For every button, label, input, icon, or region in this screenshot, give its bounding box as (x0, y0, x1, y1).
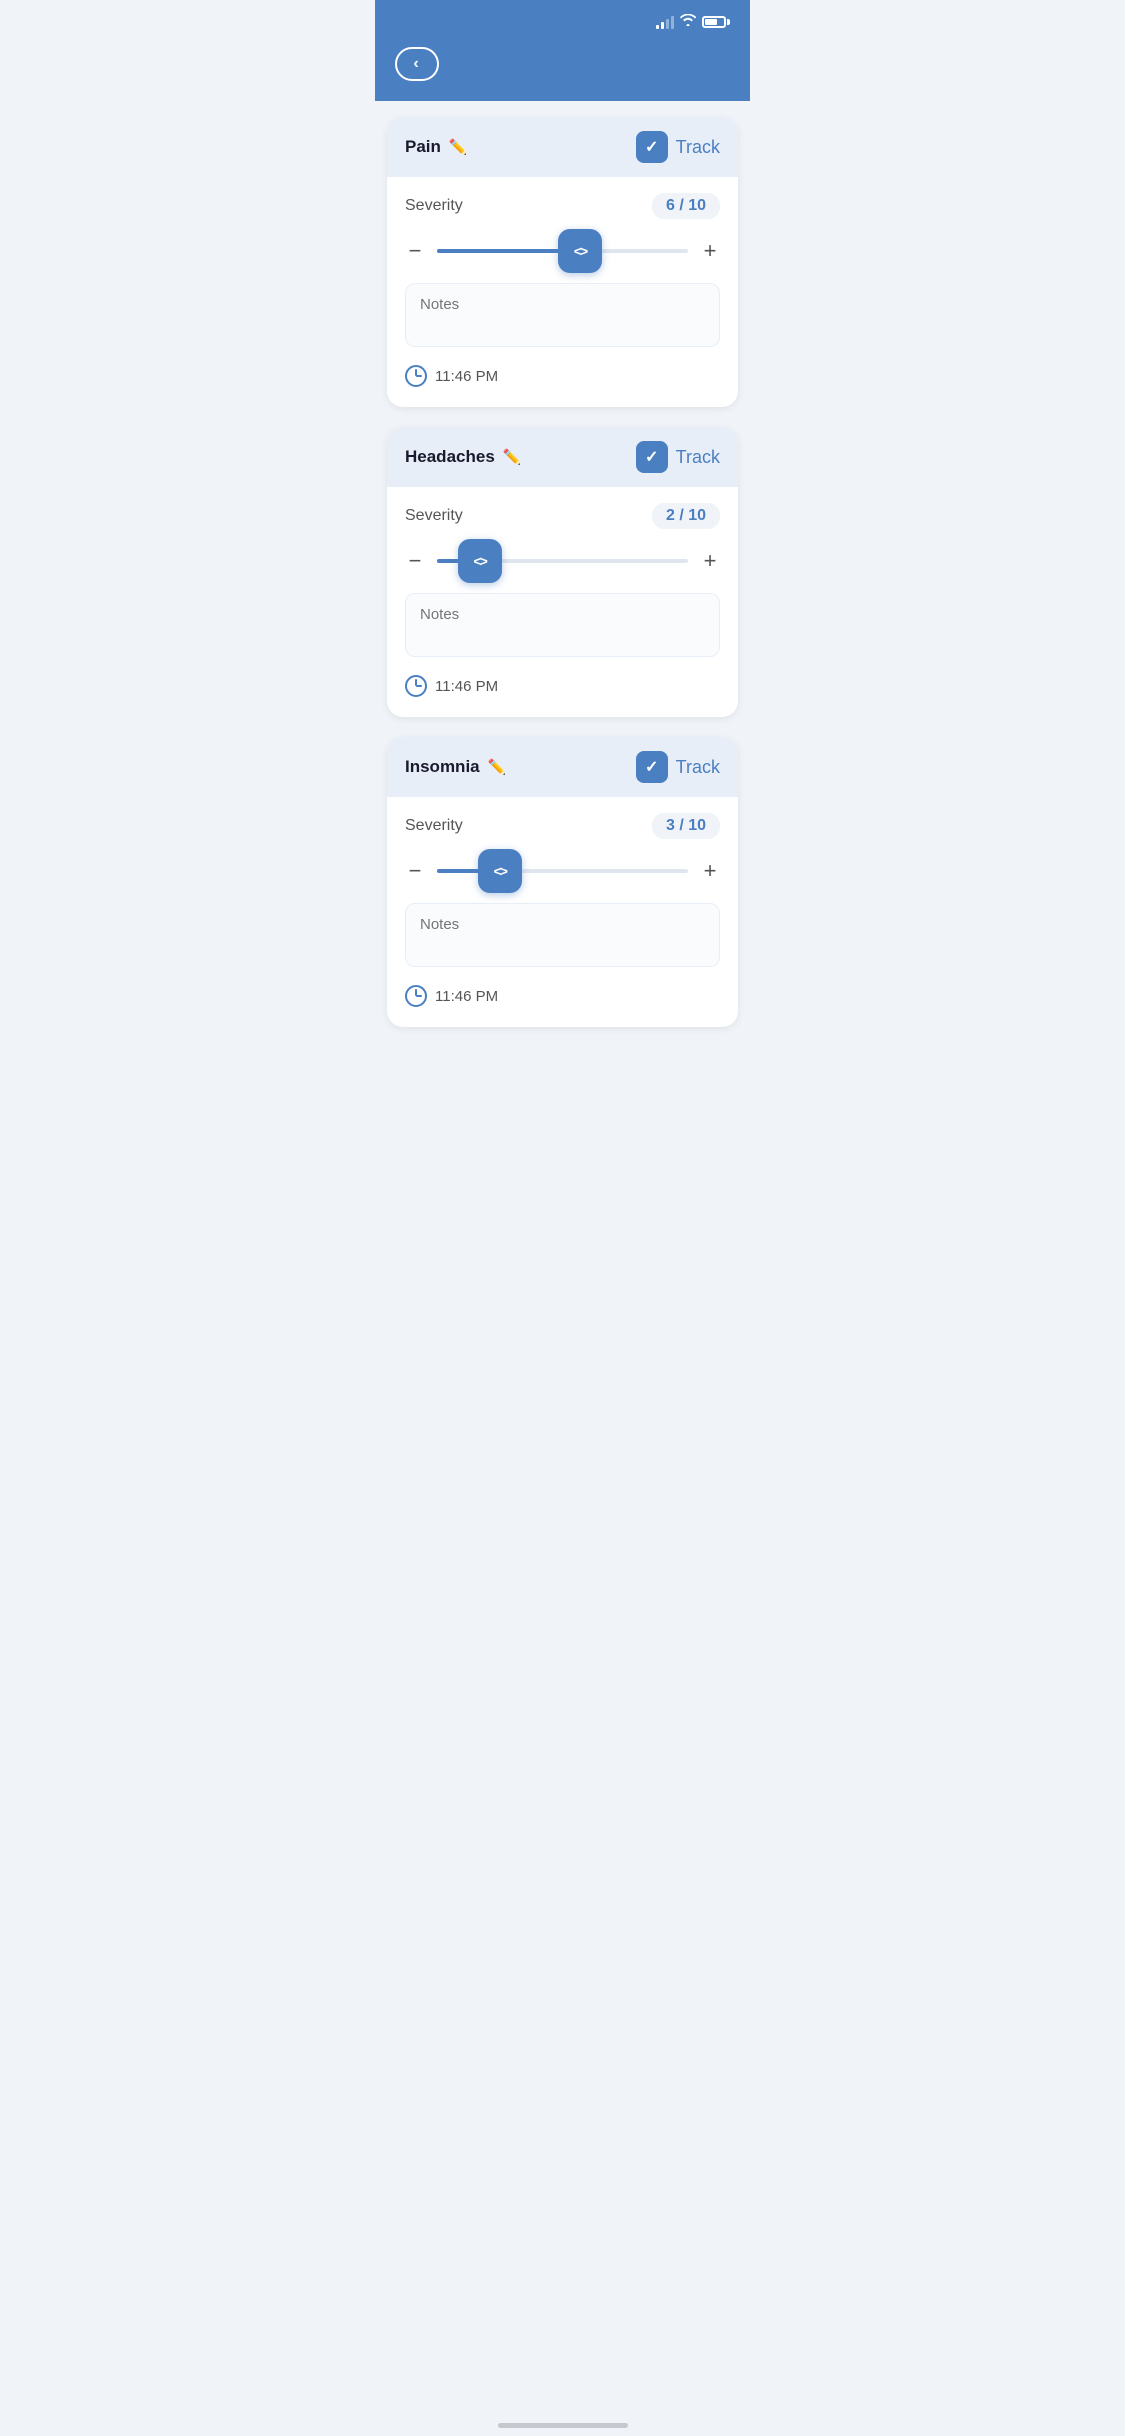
time-row-insomnia: 11:46 PM (405, 981, 720, 1011)
card-title-row: Pain ✏️ (405, 137, 468, 157)
edit-icon-insomnia[interactable]: ✏️ (488, 758, 507, 776)
edit-icon-headaches[interactable]: ✏️ (503, 448, 522, 466)
track-button-headaches[interactable]: ✓ Track (636, 441, 720, 473)
time-row-headaches: 11:46 PM (405, 671, 720, 701)
severity-row-insomnia: Severity 3 / 10 (405, 813, 720, 839)
track-label-pain: Track (676, 137, 720, 158)
check-icon: ✓ (645, 447, 658, 467)
severity-value-headaches: 2 / 10 (652, 503, 720, 529)
track-button-insomnia[interactable]: ✓ Track (636, 751, 720, 783)
track-checkbox-insomnia: ✓ (636, 751, 668, 783)
notes-input-pain[interactable] (405, 283, 720, 347)
symptom-name-headaches: Headaches (405, 447, 495, 467)
slider-row-pain: − <> + (405, 233, 720, 269)
slider-thumb-headaches[interactable]: <> (458, 539, 502, 583)
battery-icon (702, 16, 730, 28)
slider-minus-insomnia[interactable]: − (405, 858, 425, 884)
time-text-headaches: 11:46 PM (435, 678, 498, 695)
track-label-headaches: Track (676, 447, 720, 468)
clock-icon-insomnia (405, 985, 427, 1007)
severity-row-headaches: Severity 2 / 10 (405, 503, 720, 529)
slider-plus-insomnia[interactable]: + (700, 858, 720, 884)
slider-track-pain[interactable]: <> (437, 233, 688, 269)
notes-input-headaches[interactable] (405, 593, 720, 657)
card-header-headaches: Headaches ✏️ ✓ Track (387, 427, 738, 487)
status-icons (656, 14, 730, 29)
back-button[interactable]: ‹ (395, 47, 439, 81)
slider-arrows-icon: <> (473, 553, 485, 569)
card-header-pain: Pain ✏️ ✓ Track (387, 117, 738, 177)
symptom-card-insomnia: Insomnia ✏️ ✓ Track Severity 3 / 10 − (387, 737, 738, 1027)
symptom-card-pain: Pain ✏️ ✓ Track Severity 6 / 10 − (387, 117, 738, 407)
card-body-insomnia: Severity 3 / 10 − <> + 11:46 PM (387, 797, 738, 1027)
clock-icon-pain (405, 365, 427, 387)
severity-value-insomnia: 3 / 10 (652, 813, 720, 839)
check-icon: ✓ (645, 757, 658, 777)
slider-row-insomnia: − <> + (405, 853, 720, 889)
card-title-row: Headaches ✏️ (405, 447, 521, 467)
time-text-insomnia: 11:46 PM (435, 988, 498, 1005)
status-bar (375, 0, 750, 37)
signal-icon (656, 15, 674, 29)
slider-track-insomnia[interactable]: <> (437, 853, 688, 889)
notes-input-insomnia[interactable] (405, 903, 720, 967)
severity-value-pain: 6 / 10 (652, 193, 720, 219)
track-label-insomnia: Track (676, 757, 720, 778)
slider-minus-headaches[interactable]: − (405, 548, 425, 574)
track-checkbox-headaches: ✓ (636, 441, 668, 473)
slider-minus-pain[interactable]: − (405, 238, 425, 264)
time-text-pain: 11:46 PM (435, 368, 498, 385)
home-indicator (498, 2423, 628, 2428)
track-checkbox-pain: ✓ (636, 131, 668, 163)
clock-icon-headaches (405, 675, 427, 697)
severity-label: Severity (405, 197, 463, 215)
slider-row-headaches: − <> + (405, 543, 720, 579)
symptom-card-headaches: Headaches ✏️ ✓ Track Severity 2 / 10 − (387, 427, 738, 717)
edit-icon-pain[interactable]: ✏️ (449, 138, 468, 156)
slider-plus-pain[interactable]: + (700, 238, 720, 264)
card-body-headaches: Severity 2 / 10 − <> + 11:46 PM (387, 487, 738, 717)
chevron-left-icon: ‹ (413, 56, 418, 72)
main-content: Pain ✏️ ✓ Track Severity 6 / 10 − (375, 101, 750, 1043)
slider-thumb-pain[interactable]: <> (558, 229, 602, 273)
severity-row-pain: Severity 6 / 10 (405, 193, 720, 219)
track-button-pain[interactable]: ✓ Track (636, 131, 720, 163)
slider-arrows-icon: <> (494, 863, 506, 879)
symptom-name-pain: Pain (405, 137, 441, 157)
card-header-insomnia: Insomnia ✏️ ✓ Track (387, 737, 738, 797)
slider-plus-headaches[interactable]: + (700, 548, 720, 574)
severity-label: Severity (405, 817, 463, 835)
time-row-pain: 11:46 PM (405, 361, 720, 391)
symptom-name-insomnia: Insomnia (405, 757, 480, 777)
slider-thumb-insomnia[interactable]: <> (478, 849, 522, 893)
card-body-pain: Severity 6 / 10 − <> + 11:46 PM (387, 177, 738, 407)
slider-arrows-icon: <> (574, 243, 586, 259)
card-title-row: Insomnia ✏️ (405, 757, 506, 777)
severity-label: Severity (405, 507, 463, 525)
app-header: ‹ (375, 37, 750, 101)
wifi-icon (680, 14, 696, 29)
check-icon: ✓ (645, 137, 658, 157)
slider-track-headaches[interactable]: <> (437, 543, 688, 579)
